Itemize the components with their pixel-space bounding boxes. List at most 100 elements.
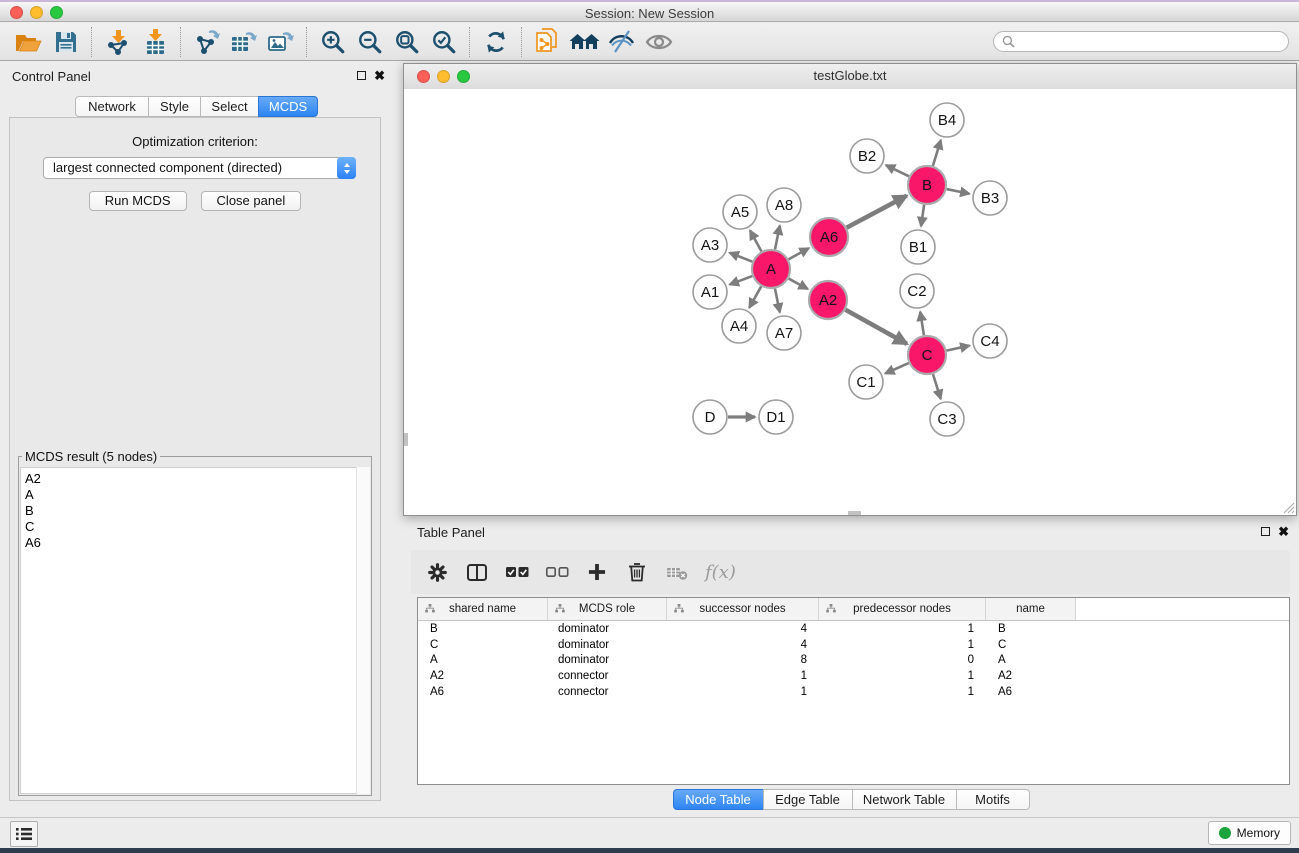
table-cell[interactable]: 0 [819, 654, 986, 666]
column-header-predecessor-nodes[interactable]: predecessor nodes [819, 598, 986, 620]
edge-A-A5[interactable] [750, 230, 761, 251]
tab-edge-table[interactable]: Edge Table [763, 789, 853, 810]
mcds-result-item[interactable]: A2 [25, 471, 369, 487]
column-header-shared-name[interactable]: shared name [418, 598, 548, 620]
close-panel-button[interactable]: Close panel [201, 191, 302, 211]
tab-network[interactable]: Network [75, 96, 149, 117]
edge-A-A2[interactable] [789, 279, 808, 289]
new-network-from-selection-icon[interactable] [529, 26, 566, 58]
float-table-panel-icon[interactable] [1261, 527, 1270, 536]
table-cell[interactable]: A6 [986, 686, 1076, 698]
node-B[interactable]: B [908, 166, 946, 204]
tab-select[interactable]: Select [200, 96, 259, 117]
resize-grip-icon[interactable] [1282, 501, 1295, 514]
save-session-icon[interactable] [47, 26, 84, 58]
open-session-icon[interactable] [10, 26, 47, 58]
tab-motifs[interactable]: Motifs [956, 789, 1030, 810]
table-cell[interactable]: 1 [667, 670, 819, 682]
delete-table-icon[interactable] [665, 558, 689, 586]
table-cell[interactable]: A [418, 654, 548, 666]
table-cell[interactable]: connector [548, 670, 667, 682]
mcds-result-item[interactable]: B [25, 503, 369, 519]
close-panel-icon[interactable]: ✖ [374, 70, 385, 81]
column-header-mcds-role[interactable]: MCDS role [548, 598, 667, 620]
table-cell[interactable]: 1 [819, 686, 986, 698]
show-panels-list-button[interactable] [10, 821, 38, 847]
mcds-result-item[interactable]: A6 [25, 535, 369, 551]
run-mcds-button[interactable]: Run MCDS [89, 191, 187, 211]
table-cell[interactable]: A2 [986, 670, 1076, 682]
zoom-fit-icon[interactable] [388, 26, 425, 58]
node-C1[interactable]: C1 [849, 365, 883, 399]
mcds-result-list[interactable]: A2ABCA6 [20, 467, 370, 794]
tab-node-table[interactable]: Node Table [673, 789, 764, 810]
table-cell[interactable]: A6 [418, 686, 548, 698]
column-header-name[interactable]: name [986, 598, 1076, 620]
node-A3[interactable]: A3 [693, 228, 727, 262]
edge-A-A3[interactable] [730, 253, 753, 262]
toggle-columns-icon[interactable] [465, 558, 489, 586]
zoom-out-icon[interactable] [351, 26, 388, 58]
mcds-result-item[interactable]: C [25, 519, 369, 535]
table-cell[interactable]: 4 [667, 623, 819, 635]
edge-B-B3[interactable] [947, 189, 970, 194]
node-table[interactable]: shared nameMCDS rolesuccessor nodesprede… [417, 597, 1290, 785]
tab-style[interactable]: Style [148, 96, 201, 117]
table-cell[interactable]: B [418, 623, 548, 635]
node-A[interactable]: A [752, 250, 790, 288]
import-table-icon[interactable] [136, 26, 173, 58]
table-cell[interactable]: 4 [667, 639, 819, 651]
network-window-titlebar[interactable]: testGlobe.txt [404, 64, 1296, 90]
hide-selected-eye-icon[interactable] [603, 26, 640, 58]
table-cell[interactable]: A [986, 654, 1076, 666]
node-C3[interactable]: C3 [930, 402, 964, 436]
search-box[interactable] [993, 31, 1289, 52]
table-cell[interactable]: B [986, 623, 1076, 635]
mcds-result-scrollbar[interactable] [356, 467, 370, 794]
table-cell[interactable]: 8 [667, 654, 819, 666]
node-A8[interactable]: A8 [767, 188, 801, 222]
node-D[interactable]: D [693, 400, 727, 434]
node-A2[interactable]: A2 [809, 281, 847, 319]
edge-C-C3[interactable] [933, 374, 941, 399]
table-cell[interactable]: dominator [548, 623, 667, 635]
zoom-selected-icon[interactable] [425, 26, 462, 58]
node-A4[interactable]: A4 [722, 309, 756, 343]
node-A7[interactable]: A7 [767, 316, 801, 350]
table-row[interactable]: Adominator80A [418, 653, 1289, 669]
edge-A-A6[interactable] [789, 248, 809, 259]
table-cell[interactable]: C [986, 639, 1076, 651]
table-cell[interactable]: dominator [548, 654, 667, 666]
network-canvas[interactable]: AA1A2A3A4A5A6A7A8BB1B2B3B4CC1C2C3C4DD1 [404, 89, 1296, 515]
function-builder-icon[interactable]: f(x) [705, 558, 736, 586]
edge-A-A8[interactable] [775, 226, 780, 250]
table-row[interactable]: Cdominator41C [418, 637, 1289, 653]
node-C4[interactable]: C4 [973, 324, 1007, 358]
close-table-panel-icon[interactable]: ✖ [1278, 526, 1289, 537]
dropdown-stepper-icon[interactable] [337, 157, 356, 179]
memory-button[interactable]: Memory [1208, 821, 1291, 845]
table-row[interactable]: A2connector11A2 [418, 668, 1289, 684]
zoom-in-icon[interactable] [314, 26, 351, 58]
table-cell[interactable]: 1 [819, 639, 986, 651]
node-A5[interactable]: A5 [723, 195, 757, 229]
tab-network-table[interactable]: Network Table [852, 789, 957, 810]
create-column-plus-icon[interactable] [585, 558, 609, 586]
mcds-result-item[interactable]: A [25, 487, 369, 503]
delete-column-trash-icon[interactable] [625, 558, 649, 586]
apply-layout-refresh-icon[interactable] [477, 26, 514, 58]
node-B2[interactable]: B2 [850, 139, 884, 173]
table-cell[interactable]: C [418, 639, 548, 651]
node-B3[interactable]: B3 [973, 181, 1007, 215]
node-C2[interactable]: C2 [900, 274, 934, 308]
node-D1[interactable]: D1 [759, 400, 793, 434]
edge-C-C1[interactable] [885, 363, 909, 373]
vertical-scroll-thumb[interactable] [404, 433, 408, 446]
select-all-rows-icon[interactable] [505, 558, 529, 586]
table-cell[interactable]: 1 [819, 623, 986, 635]
import-network-icon[interactable] [99, 26, 136, 58]
table-cell[interactable]: dominator [548, 639, 667, 651]
export-image-icon[interactable] [262, 26, 299, 58]
node-A6[interactable]: A6 [810, 218, 848, 256]
criterion-dropdown[interactable]: largest connected component (directed) [43, 157, 356, 179]
